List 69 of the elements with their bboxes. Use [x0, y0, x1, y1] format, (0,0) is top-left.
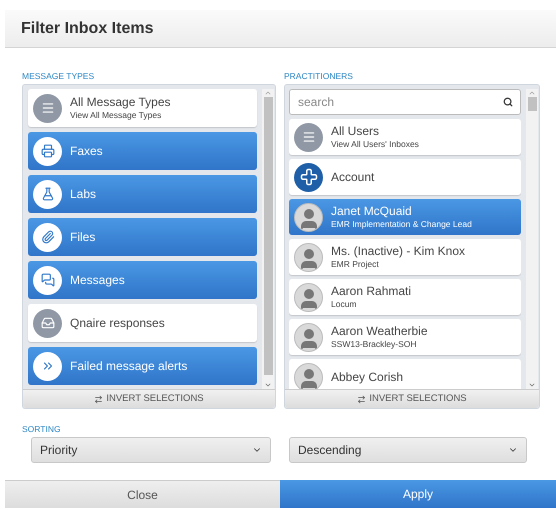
list-item[interactable]: All Users View All Users' Inboxes: [289, 119, 521, 155]
item-title: Janet McQuaid: [331, 204, 413, 220]
item-subtitle: EMR Implementation & Change Lead: [331, 219, 472, 230]
item-title: Aaron Rahmati: [331, 284, 412, 300]
avatar-icon: [294, 362, 323, 389]
list-item[interactable]: All Message Types View All Message Types: [28, 89, 257, 127]
item-subtitle: Locum: [331, 299, 358, 310]
item-subtitle: SSW13-Brackley-SOH: [331, 339, 418, 350]
list-item[interactable]: Aaron Rahmati Locum: [289, 279, 521, 315]
section-label: SORTING: [22, 423, 62, 436]
avatar-icon: [294, 202, 323, 232]
scroll-up-icon[interactable]: [264, 89, 272, 97]
list-item[interactable]: Qnaire responses: [28, 304, 257, 342]
item-title: Failed message alerts: [70, 358, 188, 374]
swap-icon: [357, 394, 366, 404]
item-subtitle: View All Users' Inboxes: [331, 139, 419, 150]
scroll-down-icon[interactable]: [264, 381, 272, 389]
item-subtitle: View All Message Types: [70, 110, 162, 121]
list-icon: [33, 94, 62, 122]
list-item[interactable]: Aaron Weatherbie SSW13-Brackley-SOH: [289, 319, 521, 355]
list-item[interactable]: Abbey Corish: [289, 359, 521, 389]
item-subtitle: EMR Project: [331, 259, 380, 270]
chat-icon: [33, 266, 62, 294]
list-item[interactable]: Messages: [28, 261, 257, 299]
search-icon: [503, 97, 513, 107]
close-button[interactable]: Close: [5, 480, 280, 508]
swap-icon: [94, 394, 104, 404]
scrollbar[interactable]: [526, 89, 538, 389]
list-item[interactable]: Faxes: [28, 132, 257, 170]
item-title: All Users: [331, 124, 380, 140]
fax-icon: [33, 136, 62, 166]
list-item[interactable]: Account: [289, 159, 521, 195]
paperclip-icon: [33, 222, 62, 252]
list-item[interactable]: Files: [28, 218, 257, 256]
item-title: Aaron Weatherbie: [331, 324, 428, 340]
item-title: Account: [331, 170, 374, 184]
avatar-icon: [294, 322, 323, 352]
section-label: PRACTITIONERS: [284, 70, 354, 83]
item-title: All Message Types: [70, 95, 170, 110]
invert-selections-button[interactable]: INVERT SELECTIONS: [23, 389, 275, 408]
item-title: Files: [70, 230, 96, 244]
list-item[interactable]: Failed message alerts: [28, 347, 257, 385]
invert-selections-button[interactable]: INVERT SELECTIONS: [285, 389, 539, 408]
scroll-down-icon[interactable]: [528, 381, 536, 389]
sort-field-dropdown[interactable]: Priority: [31, 437, 271, 463]
scroll-thumb[interactable]: [528, 97, 536, 111]
avatar-icon: [294, 242, 323, 272]
list-item[interactable]: Labs: [28, 175, 257, 213]
section-label: MESSAGE TYPES: [22, 70, 96, 83]
list-item[interactable]: Janet McQuaid EMR Implementation & Change Lead: [289, 199, 521, 235]
item-title: Labs: [70, 186, 96, 202]
tray-icon: [33, 308, 62, 338]
list-icon: [294, 122, 323, 152]
avatar-icon: [294, 282, 323, 312]
medical-cross-icon: [294, 162, 323, 192]
item-title: Qnaire responses: [70, 316, 165, 330]
item-title: Messages: [70, 272, 125, 288]
item-title: Abbey Corish: [331, 370, 404, 384]
scroll-up-icon[interactable]: [528, 89, 536, 97]
scroll-thumb[interactable]: [264, 97, 272, 375]
sort-order-dropdown[interactable]: Descending: [289, 437, 527, 463]
item-title: Ms. (Inactive) - Kim Knox: [331, 244, 466, 260]
list-item[interactable]: Ms. (Inactive) - Kim Knox EMR Project: [289, 239, 521, 275]
search-field[interactable]: search: [289, 89, 521, 115]
apply-button[interactable]: Apply: [280, 480, 556, 508]
dialog-title: Filter Inbox Items: [21, 18, 154, 38]
scrollbar[interactable]: [262, 89, 274, 389]
flask-icon: [33, 180, 62, 208]
item-title: Faxes: [70, 144, 103, 158]
